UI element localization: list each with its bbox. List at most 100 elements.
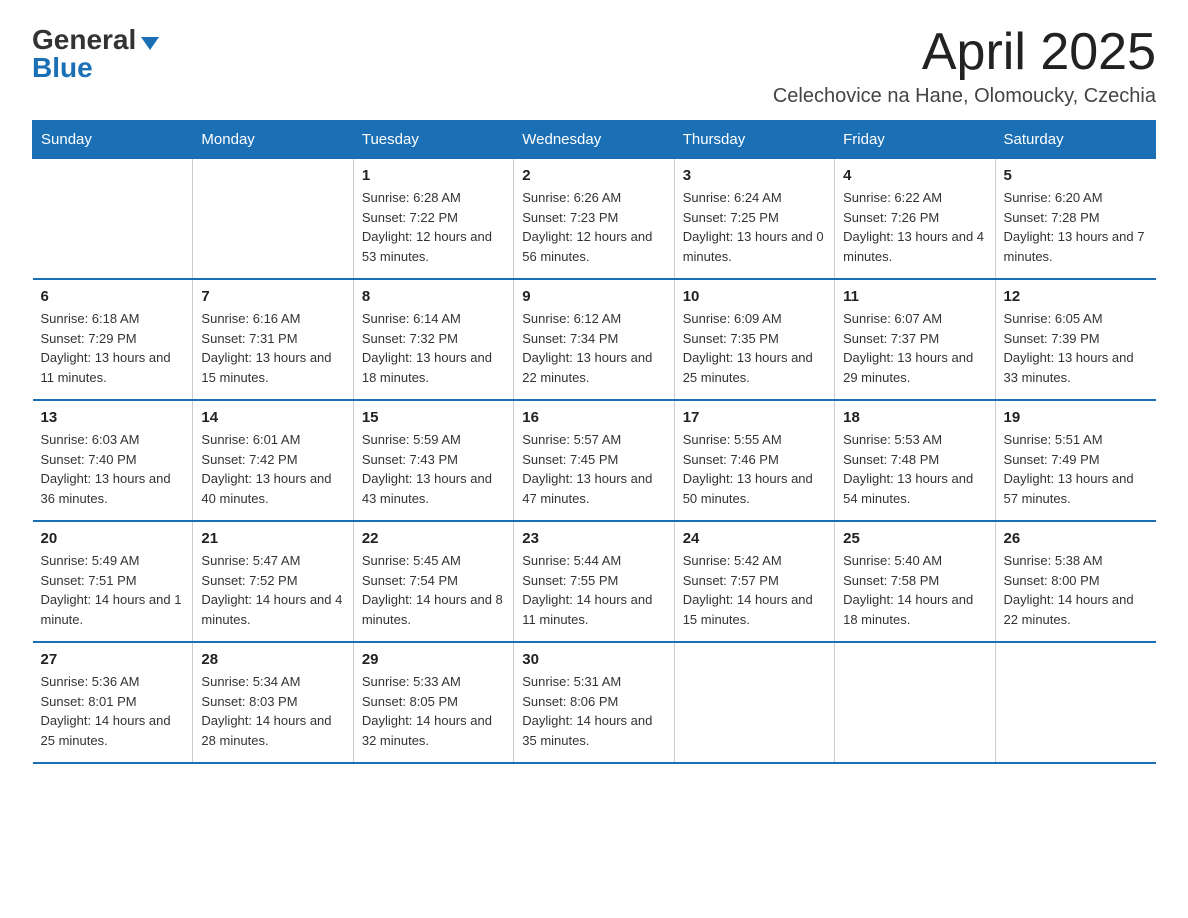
column-header-saturday: Saturday [995,121,1155,159]
column-header-tuesday: Tuesday [353,121,513,159]
day-info: Sunrise: 6:12 AMSunset: 7:34 PMDaylight:… [522,309,665,387]
calendar-cell: 10Sunrise: 6:09 AMSunset: 7:35 PMDayligh… [674,279,834,400]
calendar-cell: 14 Sunrise: 6:01 AMSunset: 7:42 PMDayligh… [193,400,353,521]
calendar-cell: 24Sunrise: 5:42 AMSunset: 7:57 PMDayligh… [674,521,834,642]
calendar-cell: 4 Sunrise: 6:22 AMSunset: 7:26 PMDaylight… [835,159,995,280]
day-info: Sunrise: 6:22 AMSunset: 7:26 PMDaylight:… [843,188,986,266]
calendar-cell: 25Sunrise: 5:40 AMSunset: 7:58 PMDayligh… [835,521,995,642]
day-number: 3 [683,167,826,184]
column-header-sunday: Sunday [33,121,193,159]
day-number: 18 [843,409,986,426]
day-info: Sunrise: 6:26 AMSunset: 7:23 PMDaylight:… [522,188,665,266]
title-section: April 2025 Celechovice na Hane, Olomouck… [773,24,1156,108]
day-info: Sunrise: 5:40 AMSunset: 7:58 PMDaylight:… [843,551,986,629]
day-number: 1 [362,167,505,184]
logo: General Blue [32,24,159,84]
day-info: Sunrise: 5:49 AMSunset: 7:51 PMDaylight:… [41,551,185,629]
calendar-cell: 6Sunrise: 6:18 AMSunset: 7:29 PMDaylight… [33,279,193,400]
calendar-cell: 7 Sunrise: 6:16 AMSunset: 7:31 PMDaylight… [193,279,353,400]
day-number: 21 [201,530,344,547]
day-info: Sunrise: 5:57 AMSunset: 7:45 PMDaylight:… [522,430,665,508]
calendar-cell: 17Sunrise: 5:55 AMSunset: 7:46 PMDayligh… [674,400,834,521]
day-info: Sunrise: 5:38 AMSunset: 8:00 PMDaylight:… [1004,551,1148,629]
day-info: Sunrise: 6:20 AMSunset: 7:28 PMDaylight:… [1004,188,1148,266]
day-number: 22 [362,530,505,547]
calendar-table: SundayMondayTuesdayWednesdayThursdayFrid… [32,120,1156,764]
column-header-friday: Friday [835,121,995,159]
day-info: Sunrise: 5:44 AMSunset: 7:55 PMDaylight:… [522,551,665,629]
calendar-cell: 15 Sunrise: 5:59 AMSunset: 7:43 PMDayligh… [353,400,513,521]
day-info: Sunrise: 6:28 AMSunset: 7:22 PMDaylight:… [362,188,505,266]
day-info: Sunrise: 5:53 AMSunset: 7:48 PMDaylight:… [843,430,986,508]
calendar-cell: 29 Sunrise: 5:33 AMSunset: 8:05 PMDayligh… [353,642,513,763]
column-header-wednesday: Wednesday [514,121,674,159]
calendar-body: 1 Sunrise: 6:28 AMSunset: 7:22 PMDaylight… [33,159,1156,764]
calendar-cell: 5 Sunrise: 6:20 AMSunset: 7:28 PMDaylight… [995,159,1155,280]
day-number: 7 [201,288,344,305]
calendar-cell: 13 Sunrise: 6:03 AMSunset: 7:40 PMDayligh… [33,400,193,521]
day-info: Sunrise: 5:45 AMSunset: 7:54 PMDaylight:… [362,551,505,629]
day-number: 16 [522,409,665,426]
month-title: April 2025 [773,24,1156,81]
day-info: Sunrise: 5:36 AMSunset: 8:01 PMDaylight:… [41,672,185,750]
day-number: 11 [843,288,986,305]
calendar-cell [835,642,995,763]
calendar-cell: 3 Sunrise: 6:24 AMSunset: 7:25 PMDaylight… [674,159,834,280]
calendar-header: SundayMondayTuesdayWednesdayThursdayFrid… [33,121,1156,159]
calendar-cell [674,642,834,763]
day-info: Sunrise: 5:51 AMSunset: 7:49 PMDaylight:… [1004,430,1148,508]
calendar-cell [193,159,353,280]
day-number: 30 [522,651,665,668]
day-number: 28 [201,651,344,668]
day-number: 19 [1004,409,1148,426]
day-number: 27 [41,651,185,668]
calendar-cell: 16 Sunrise: 5:57 AMSunset: 7:45 PMDayligh… [514,400,674,521]
calendar-cell: 30 Sunrise: 5:31 AMSunset: 8:06 PMDayligh… [514,642,674,763]
calendar-week-3: 13 Sunrise: 6:03 AMSunset: 7:40 PMDayligh… [33,400,1156,521]
calendar-cell: 22 Sunrise: 5:45 AMSunset: 7:54 PMDayligh… [353,521,513,642]
day-number: 5 [1004,167,1148,184]
day-number: 6 [41,288,185,305]
day-number: 20 [41,530,185,547]
calendar-cell: 11 Sunrise: 6:07 AMSunset: 7:37 PMDayligh… [835,279,995,400]
day-number: 8 [362,288,505,305]
day-info: Sunrise: 6:07 AMSunset: 7:37 PMDaylight:… [843,309,986,387]
calendar-week-2: 6Sunrise: 6:18 AMSunset: 7:29 PMDaylight… [33,279,1156,400]
calendar-week-5: 27 Sunrise: 5:36 AMSunset: 8:01 PMDayligh… [33,642,1156,763]
day-number: 29 [362,651,505,668]
column-header-monday: Monday [193,121,353,159]
logo-triangle-icon [141,37,159,50]
day-number: 13 [41,409,185,426]
calendar-cell: 23 Sunrise: 5:44 AMSunset: 7:55 PMDayligh… [514,521,674,642]
day-info: Sunrise: 6:01 AMSunset: 7:42 PMDaylight:… [201,430,344,508]
day-number: 15 [362,409,505,426]
day-number: 14 [201,409,344,426]
day-info: Sunrise: 5:31 AMSunset: 8:06 PMDaylight:… [522,672,665,750]
day-info: Sunrise: 5:33 AMSunset: 8:05 PMDaylight:… [362,672,505,750]
page-header: General Blue April 2025 Celechovice na H… [32,24,1156,108]
calendar-week-1: 1 Sunrise: 6:28 AMSunset: 7:22 PMDaylight… [33,159,1156,280]
day-info: Sunrise: 6:24 AMSunset: 7:25 PMDaylight:… [683,188,826,266]
calendar-cell: 2 Sunrise: 6:26 AMSunset: 7:23 PMDaylight… [514,159,674,280]
day-number: 17 [683,409,826,426]
day-number: 2 [522,167,665,184]
calendar-cell: 26 Sunrise: 5:38 AMSunset: 8:00 PMDayligh… [995,521,1155,642]
calendar-cell: 27 Sunrise: 5:36 AMSunset: 8:01 PMDayligh… [33,642,193,763]
day-info: Sunrise: 5:34 AMSunset: 8:03 PMDaylight:… [201,672,344,750]
day-number: 23 [522,530,665,547]
column-header-thursday: Thursday [674,121,834,159]
calendar-cell [33,159,193,280]
day-number: 26 [1004,530,1148,547]
calendar-cell: 9Sunrise: 6:12 AMSunset: 7:34 PMDaylight… [514,279,674,400]
day-info: Sunrise: 6:09 AMSunset: 7:35 PMDaylight:… [683,309,826,387]
logo-blue-text: Blue [32,52,93,84]
day-number: 12 [1004,288,1148,305]
day-info: Sunrise: 6:03 AMSunset: 7:40 PMDaylight:… [41,430,185,508]
calendar-cell: 8Sunrise: 6:14 AMSunset: 7:32 PMDaylight… [353,279,513,400]
day-number: 4 [843,167,986,184]
calendar-cell [995,642,1155,763]
calendar-cell: 21 Sunrise: 5:47 AMSunset: 7:52 PMDayligh… [193,521,353,642]
day-info: Sunrise: 5:47 AMSunset: 7:52 PMDaylight:… [201,551,344,629]
day-info: Sunrise: 5:59 AMSunset: 7:43 PMDaylight:… [362,430,505,508]
day-info: Sunrise: 6:16 AMSunset: 7:31 PMDaylight:… [201,309,344,387]
